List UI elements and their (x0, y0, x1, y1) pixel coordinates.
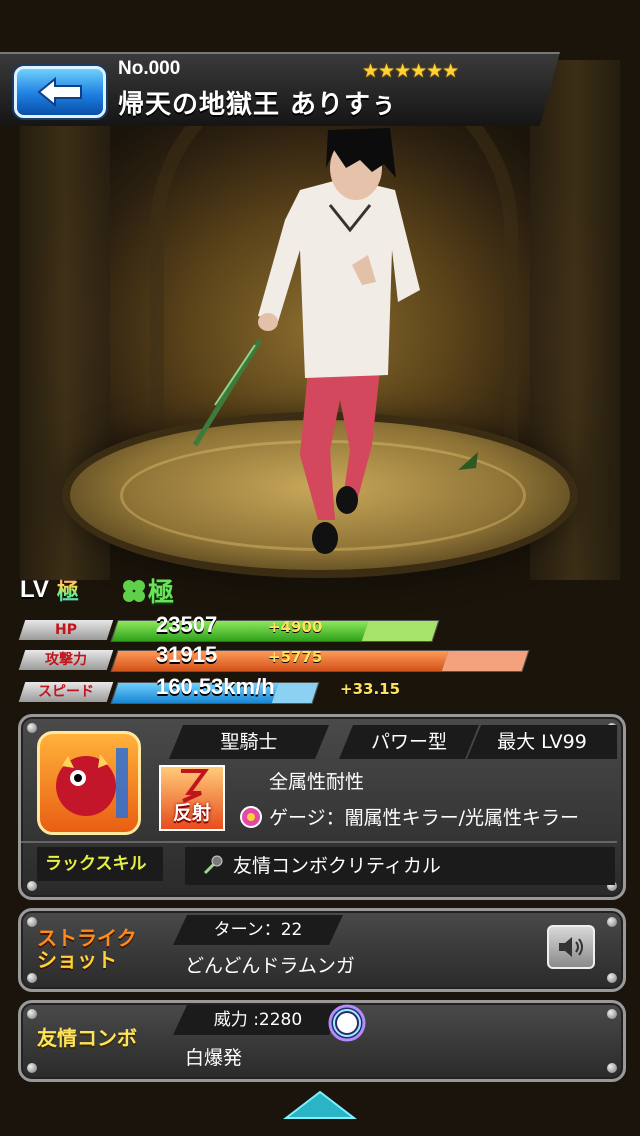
rainbow-kyoku-icon: 極 (57, 574, 79, 606)
friendship-combo-panel[interactable]: 友情コンボ 威力 :2280 白爆発 (18, 1000, 626, 1082)
gauge-icon (240, 805, 262, 828)
rarity-stars: ★★★★★★ (362, 60, 459, 82)
scroll-up-icon[interactable] (282, 1088, 358, 1122)
tribe-tag: 聖騎士 (169, 725, 329, 759)
strike-shot-name: どんどんドラムンガ (185, 955, 355, 977)
level-label: LV (20, 576, 49, 603)
attack-stat-row: 攻撃力 31915 +5775 (18, 642, 530, 672)
strike-shot-title: ストライク ショット (37, 926, 137, 972)
stat-label-hp: HP (18, 620, 114, 640)
gauge-text: ゲージ：闇属性キラー/光属性キラー (269, 807, 580, 829)
luck-value: 極 (148, 578, 175, 608)
luck-display: 極 (120, 572, 174, 609)
hp-value: 23507 (156, 612, 218, 637)
luck-skill-text: 友情コンボクリティカル (233, 855, 441, 877)
hp-bonus: +4900 (268, 618, 323, 636)
clover-icon (123, 579, 145, 602)
attack-bonus: +5775 (268, 648, 323, 666)
type-tag: パワー型 (339, 725, 479, 759)
white-burst-icon (328, 1004, 366, 1042)
monster-info-panel: 聖騎士 パワー型 最大 LV99 反射 全属性耐性 ゲージ：闇属性キラー/光属性… (18, 714, 626, 900)
ability-text: 全属性耐性 (269, 771, 365, 793)
monster-icon[interactable] (37, 731, 141, 835)
dragon-monster-icon (56, 748, 128, 818)
friendship-power: 威力 :2280 (173, 1005, 343, 1035)
gauge-row: ゲージ：闇属性キラー/光属性キラー (239, 803, 579, 830)
speed-value: 160.53km/h (156, 674, 275, 699)
stat-label-speed: スピード (18, 682, 114, 702)
character-name: 帰天の地獄王 ありすぅ (118, 90, 398, 120)
friendship-name: 白爆発 (185, 1047, 243, 1069)
friendship-combo-title: 友情コンボ (37, 1026, 137, 1050)
max-level-tag: 最大 LV99 (467, 725, 617, 759)
back-button[interactable] (14, 66, 106, 118)
character-number: No.000 (118, 58, 181, 79)
level-display: LV 極 (20, 574, 79, 606)
speaker-icon (559, 937, 583, 957)
character-header: No.000 帰天の地獄王 ありすぅ ★★★★★★ (0, 52, 582, 128)
hp-stat-row: HP 23507 +4900 (18, 612, 522, 642)
strike-shot-turns: ターン：22 (173, 915, 343, 945)
luck-skill-row: 友情コンボクリティカル (201, 851, 441, 878)
stat-label-attack: 攻撃力 (18, 650, 114, 670)
speed-bonus: +33.15 (340, 680, 401, 698)
sound-button[interactable] (547, 925, 595, 969)
luck-skill-icon (203, 855, 223, 874)
strike-shot-panel[interactable]: ストライク ショット ターン：22 どんどんドラムンガ (18, 908, 626, 992)
reflect-icon-label: 反射 (172, 802, 211, 824)
luck-skill-label: ラックスキル (37, 847, 163, 881)
attack-value: 31915 (156, 642, 218, 667)
reflect-icon: 反射 (159, 765, 225, 831)
speed-stat-row: スピード 160.53km/h +33.15 (18, 674, 522, 704)
back-arrow-icon (37, 77, 82, 107)
